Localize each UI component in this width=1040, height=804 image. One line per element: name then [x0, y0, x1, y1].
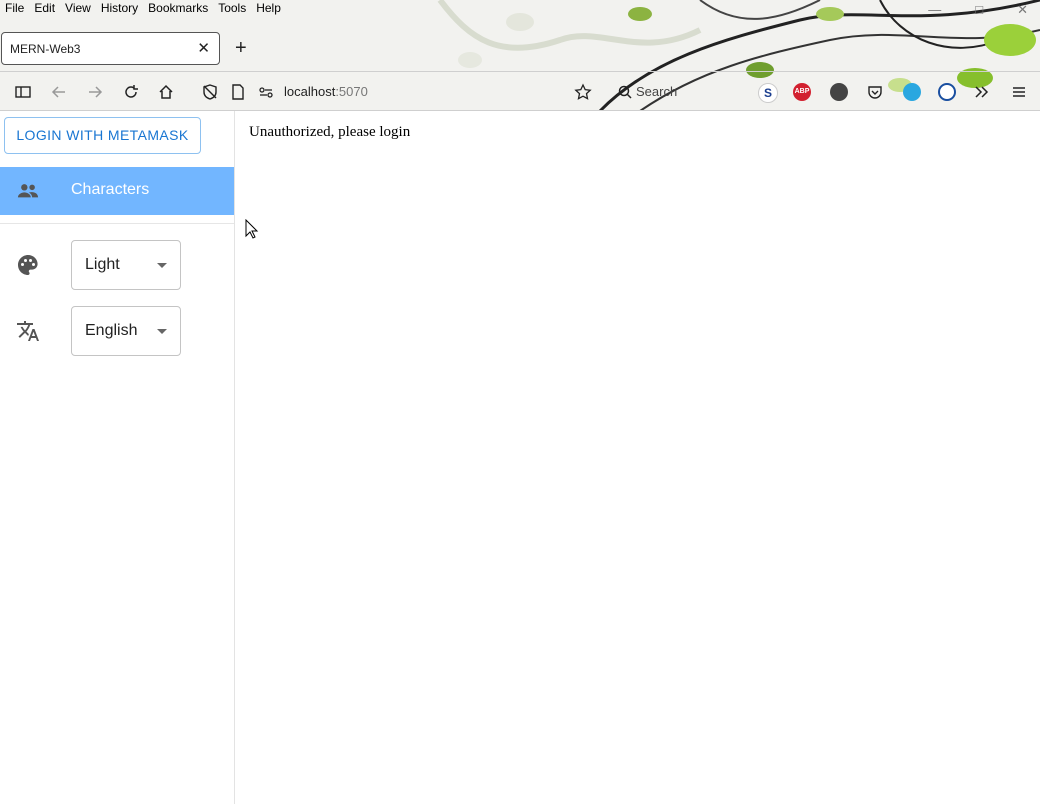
search-box[interactable]: Search	[618, 84, 677, 99]
sidebar-item-characters[interactable]: Characters	[0, 167, 234, 215]
overflow-chevrons-icon[interactable]	[973, 83, 991, 101]
browser-chrome: File Edit View History Bookmarks Tools H…	[0, 0, 1040, 111]
search-placeholder: Search	[636, 84, 678, 99]
app-sidebar: LOGIN WITH METAMASK Characters Light Eng	[0, 111, 235, 804]
navigation-toolbar: localhost:5070 Search S ABP	[0, 71, 1040, 111]
unauthorized-message: Unauthorized, please login	[249, 124, 411, 140]
url-bar[interactable]: localhost:5070	[284, 84, 368, 99]
login-with-metamask-button[interactable]: LOGIN WITH METAMASK	[4, 117, 201, 154]
pocket-icon[interactable]	[866, 83, 884, 101]
menu-help[interactable]: Help	[251, 0, 286, 18]
maximize-icon[interactable]: □	[975, 2, 983, 18]
menu-tools[interactable]: Tools	[213, 0, 251, 18]
close-window-icon[interactable]: ✕	[1017, 2, 1028, 18]
dropdown-caret-icon	[157, 329, 167, 334]
bookmark-star-icon[interactable]	[574, 83, 592, 101]
menu-edit[interactable]: Edit	[29, 0, 60, 18]
language-select[interactable]: English	[71, 306, 181, 356]
page-info-icon[interactable]	[229, 83, 247, 101]
tab-close-icon[interactable]: ✕	[197, 39, 210, 57]
menu-history[interactable]: History	[96, 0, 143, 18]
language-select-value: English	[85, 322, 138, 339]
extension-s-icon[interactable]: S	[758, 83, 778, 103]
tracking-protection-icon[interactable]	[201, 83, 219, 101]
minimize-icon[interactable]: —	[928, 2, 941, 18]
browser-tab[interactable]: MERN-Web3 ✕	[1, 32, 220, 65]
extension-bot-icon[interactable]	[903, 83, 921, 101]
menu-view[interactable]: View	[60, 0, 96, 18]
hamburger-menu-icon[interactable]	[1010, 83, 1028, 101]
back-icon[interactable]	[50, 83, 68, 101]
window-controls: — □ ✕	[928, 2, 1028, 18]
people-icon	[17, 184, 39, 198]
permissions-icon[interactable]	[257, 83, 275, 101]
divider	[0, 223, 234, 224]
url-host: localhost	[284, 84, 336, 99]
palette-icon	[18, 255, 38, 275]
search-icon	[618, 85, 632, 99]
home-icon[interactable]	[157, 83, 175, 101]
language-row: English	[0, 306, 234, 356]
translate-icon	[17, 321, 39, 341]
tab-title: MERN-Web3	[10, 42, 81, 56]
theme-select[interactable]: Light	[71, 240, 181, 290]
menu-file[interactable]: File	[0, 0, 29, 18]
menu-bar: File Edit View History Bookmarks Tools H…	[0, 0, 286, 18]
password-manager-icon[interactable]	[938, 83, 956, 101]
adblock-plus-icon[interactable]: ABP	[793, 83, 811, 101]
theme-select-value: Light	[85, 256, 120, 273]
forward-icon[interactable]	[86, 83, 104, 101]
theme-row: Light	[0, 240, 234, 290]
mouse-cursor-icon	[245, 219, 259, 239]
url-port: :5070	[335, 84, 368, 99]
sidebar-toggle-icon[interactable]	[14, 83, 32, 101]
extension-molecule-icon[interactable]	[830, 83, 848, 101]
dropdown-caret-icon	[157, 263, 167, 268]
sidebar-item-label: Characters	[71, 181, 150, 198]
reload-icon[interactable]	[122, 83, 140, 101]
new-tab-button[interactable]: +	[235, 37, 247, 60]
menu-bookmarks[interactable]: Bookmarks	[143, 0, 213, 18]
